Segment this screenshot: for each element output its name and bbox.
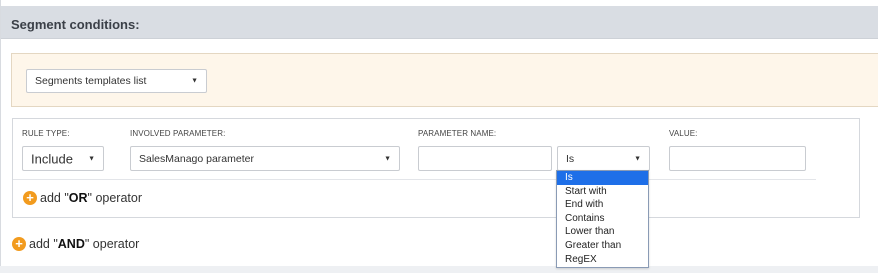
panel-title: Segment conditions: (11, 17, 140, 32)
value-input[interactable] (669, 146, 806, 171)
add-or-operator-link[interactable]: + add " OR " operator (23, 191, 142, 205)
operator-option-start-with[interactable]: Start with (557, 185, 648, 199)
plus-circle-icon: + (23, 191, 37, 205)
add-and-operator-link[interactable]: + add " AND " operator (12, 237, 139, 251)
segment-conditions-panel: Segment conditions: Segments templates l… (0, 0, 878, 266)
involved-parameter-label: INVOLVED PARAMETER: (130, 129, 226, 138)
operator-option-regex[interactable]: RegEX (557, 253, 648, 267)
panel-header: Segment conditions: (1, 6, 878, 39)
or-link-keyword: OR (68, 191, 88, 205)
operator-option-lower-than[interactable]: Lower than (557, 225, 648, 239)
and-link-keyword: AND (57, 237, 85, 251)
plus-circle-icon: + (12, 237, 26, 251)
parameter-name-input[interactable] (418, 146, 552, 171)
caret-down-icon: ▼ (634, 155, 641, 162)
value-label: VALUE: (669, 129, 698, 138)
templates-box: Segments templates list ▼ (11, 53, 878, 107)
segments-templates-select-label: Segments templates list (35, 75, 147, 87)
operator-select[interactable]: Is ▼ (557, 146, 650, 171)
and-link-suffix: " operator (84, 237, 140, 251)
segments-templates-select[interactable]: Segments templates list ▼ (26, 69, 207, 93)
rule-type-select-label: Include (31, 151, 73, 166)
rule-box: RULE TYPE: INVOLVED PARAMETER: PARAMETER… (12, 118, 860, 218)
operator-option-is[interactable]: Is (557, 171, 648, 185)
or-link-prefix: add " (40, 191, 69, 205)
parameter-name-label: PARAMETER NAME: (418, 129, 497, 138)
operator-dropdown-list: Is Start with End with Contains Lower th… (556, 170, 649, 268)
operator-option-end-with[interactable]: End with (557, 198, 648, 212)
operator-option-greater-than[interactable]: Greater than (557, 239, 648, 253)
row-divider (13, 179, 816, 180)
or-link-suffix: " operator (87, 191, 142, 205)
involved-parameter-select[interactable]: SalesManago parameter ▼ (130, 146, 400, 171)
caret-down-icon: ▼ (191, 77, 198, 85)
involved-parameter-select-label: SalesManago parameter (139, 152, 254, 165)
rule-type-label: RULE TYPE: (22, 129, 70, 138)
caret-down-icon: ▼ (384, 155, 391, 162)
and-link-prefix: add " (29, 237, 58, 251)
caret-down-icon: ▼ (88, 155, 95, 162)
operator-select-label: Is (566, 152, 575, 165)
operator-option-contains[interactable]: Contains (557, 212, 648, 226)
rule-type-select[interactable]: Include ▼ (22, 146, 104, 171)
